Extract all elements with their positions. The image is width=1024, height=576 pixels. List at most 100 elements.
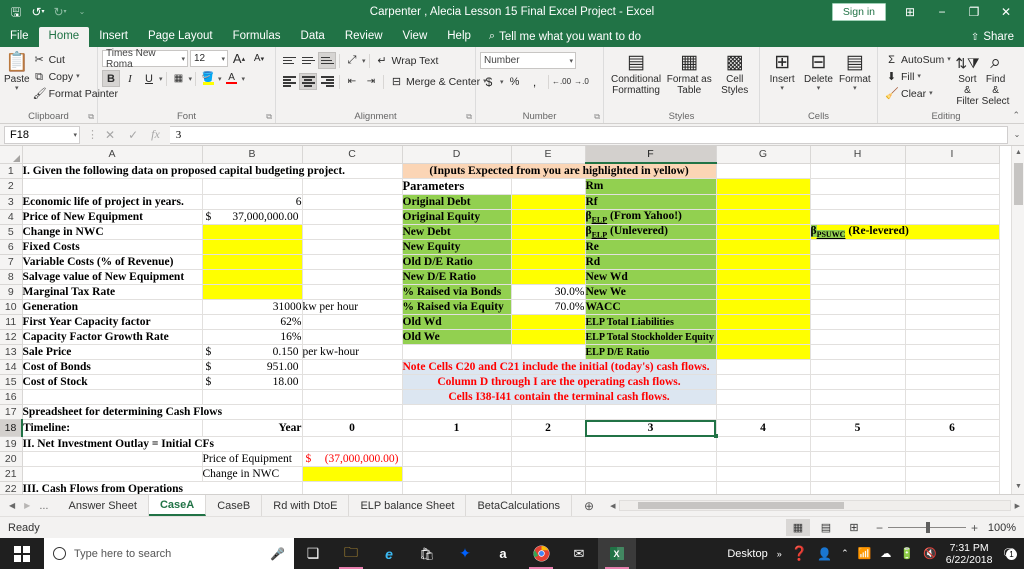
cell-e8[interactable] — [510, 269, 586, 286]
cell-c9[interactable] — [302, 284, 403, 301]
zoom-out-button[interactable]: − — [876, 521, 883, 535]
cell-a16[interactable] — [22, 389, 203, 406]
cell-g7[interactable] — [715, 254, 811, 271]
chevron-down-icon[interactable]: ▾ — [362, 57, 366, 65]
cell-a1[interactable]: I. Given the following data on proposed … — [22, 163, 403, 179]
cell-b8[interactable] — [201, 269, 303, 286]
decrease-decimal-icon[interactable]: →.0 — [573, 73, 591, 90]
fill-color-icon[interactable]: 🪣 — [199, 70, 217, 87]
scroll-right-icon[interactable]: ▶ — [1011, 502, 1020, 510]
cell-f7[interactable]: Rd — [584, 254, 717, 271]
cell-e12[interactable] — [510, 329, 586, 346]
cell-a10[interactable]: Generation — [21, 299, 203, 316]
zoom-level-label[interactable]: 100% — [982, 522, 1016, 534]
cell-a6[interactable]: Fixed Costs — [21, 239, 203, 256]
file-explorer-icon[interactable]: 🗀 — [332, 538, 370, 569]
zoom-in-button[interactable]: + — [971, 521, 978, 535]
cell-d14[interactable]: Note Cells C20 and C21 include the initi… — [402, 359, 717, 376]
cell-e18[interactable]: 2 — [511, 419, 586, 438]
redo-icon[interactable]: ↻ ▾ — [50, 2, 70, 22]
cell-g20[interactable] — [716, 451, 811, 468]
cell-h8[interactable] — [810, 269, 906, 286]
row-header-19[interactable]: 19 — [0, 436, 23, 453]
cell-f18[interactable]: 3 — [585, 419, 717, 438]
worksheet-grid[interactable]: A B C D E F G H I 1 I. Given the followi… — [0, 146, 1024, 494]
chrome-icon[interactable] — [522, 538, 560, 569]
clear-button[interactable]: 🧹 Clear ▾ — [882, 86, 954, 102]
cell-b9[interactable] — [201, 284, 303, 301]
scroll-down-icon[interactable]: ▼ — [1012, 480, 1024, 494]
format-as-table-button[interactable]: ▦ Format as Table — [664, 50, 714, 96]
horizontal-scroll-thumb[interactable] — [638, 502, 845, 509]
orientation-icon[interactable]: ⤢ — [343, 52, 361, 69]
bold-button[interactable]: B — [102, 70, 120, 87]
edge-icon[interactable]: e — [370, 538, 408, 569]
cell-h14[interactable] — [810, 359, 906, 376]
cell-e22[interactable] — [511, 481, 586, 494]
cell-a7[interactable]: Variable Costs (% of Revenue) — [21, 254, 203, 271]
cell-c20[interactable]: $ (37,000,000.00) — [302, 451, 403, 468]
cell-i16[interactable] — [905, 389, 1000, 406]
cell-i13[interactable] — [905, 344, 1000, 361]
cell-c21[interactable] — [302, 466, 403, 483]
cell-g5[interactable] — [715, 223, 811, 241]
cell-e5[interactable] — [510, 223, 586, 241]
tab-page-layout[interactable]: Page Layout — [138, 27, 223, 48]
cell-f17[interactable] — [585, 404, 717, 421]
cell-d20[interactable] — [402, 451, 512, 468]
restore-icon[interactable]: ❐ — [958, 0, 990, 24]
cell-i20[interactable] — [905, 451, 1000, 468]
cell-b4[interactable]: $ 37,000,000.00 — [201, 208, 303, 225]
cell-e9[interactable]: 30.0% — [510, 284, 586, 301]
cell-g22[interactable] — [716, 481, 811, 494]
column-header-f[interactable]: F — [585, 146, 717, 164]
scroll-up-icon[interactable]: ▲ — [1012, 146, 1024, 160]
cell-f6[interactable]: Re — [584, 239, 717, 256]
cell-h13[interactable] — [810, 344, 906, 361]
people-icon[interactable]: 👤 — [817, 547, 832, 561]
cell-c10[interactable]: kw per hour — [302, 299, 403, 316]
cell-a21[interactable] — [22, 466, 203, 483]
number-dialog-launcher-icon[interactable]: ⧉ — [594, 112, 600, 122]
cell-h15[interactable] — [810, 374, 906, 391]
cell-e4[interactable] — [510, 208, 586, 225]
cell-d4[interactable]: Original Equity — [401, 208, 512, 225]
insert-cells-button[interactable]: ⊞ Insert ▾ — [764, 50, 800, 93]
cell-f22[interactable] — [585, 481, 717, 494]
column-header-i[interactable]: I — [905, 146, 1000, 164]
cell-h19[interactable] — [810, 436, 906, 453]
align-center-icon[interactable] — [299, 73, 317, 90]
cell-f2[interactable]: Rm — [584, 177, 717, 195]
cell-f9[interactable]: New We — [584, 284, 717, 301]
cell-a2[interactable] — [22, 178, 203, 195]
windows-start-icon[interactable] — [0, 538, 44, 569]
column-header-d[interactable]: D — [402, 146, 512, 164]
cell-f20[interactable] — [585, 451, 717, 468]
horizontal-scroll-track[interactable] — [619, 500, 1011, 511]
cell-h7[interactable] — [810, 254, 906, 271]
cell-d6[interactable]: New Equity — [401, 239, 512, 256]
chevron-down-icon[interactable]: ▾ — [242, 75, 246, 83]
cell-d5[interactable]: New Debt — [401, 223, 512, 241]
row-header-17[interactable]: 17 — [0, 404, 23, 421]
cell-c3[interactable] — [302, 194, 403, 210]
cell-i8[interactable] — [905, 269, 1000, 286]
tell-me-search[interactable]: ⌕ Tell me what you want to do — [481, 26, 649, 47]
cell-d3[interactable]: Original Debt — [401, 193, 512, 210]
cell-b3[interactable]: 6 — [201, 193, 303, 210]
cell-c19[interactable] — [302, 436, 403, 453]
cell-h4[interactable] — [810, 209, 906, 225]
cell-h10[interactable] — [810, 299, 906, 316]
cell-e21[interactable] — [511, 466, 586, 483]
scroll-left-icon[interactable]: ◀ — [610, 502, 619, 510]
increase-decimal-icon[interactable]: ←.00 — [552, 73, 571, 90]
insert-function-icon[interactable]: fx — [151, 127, 160, 142]
cell-e2[interactable] — [510, 177, 586, 195]
row-header-10[interactable]: 10 — [0, 299, 23, 316]
column-header-e[interactable]: E — [511, 146, 586, 164]
dropbox-icon[interactable]: ✦ — [446, 538, 484, 569]
row-header-8[interactable]: 8 — [0, 269, 23, 286]
format-cells-button[interactable]: ▤ Format ▾ — [837, 50, 873, 93]
cell-b2[interactable] — [201, 177, 303, 195]
cell-e10[interactable]: 70.0% — [510, 299, 586, 316]
